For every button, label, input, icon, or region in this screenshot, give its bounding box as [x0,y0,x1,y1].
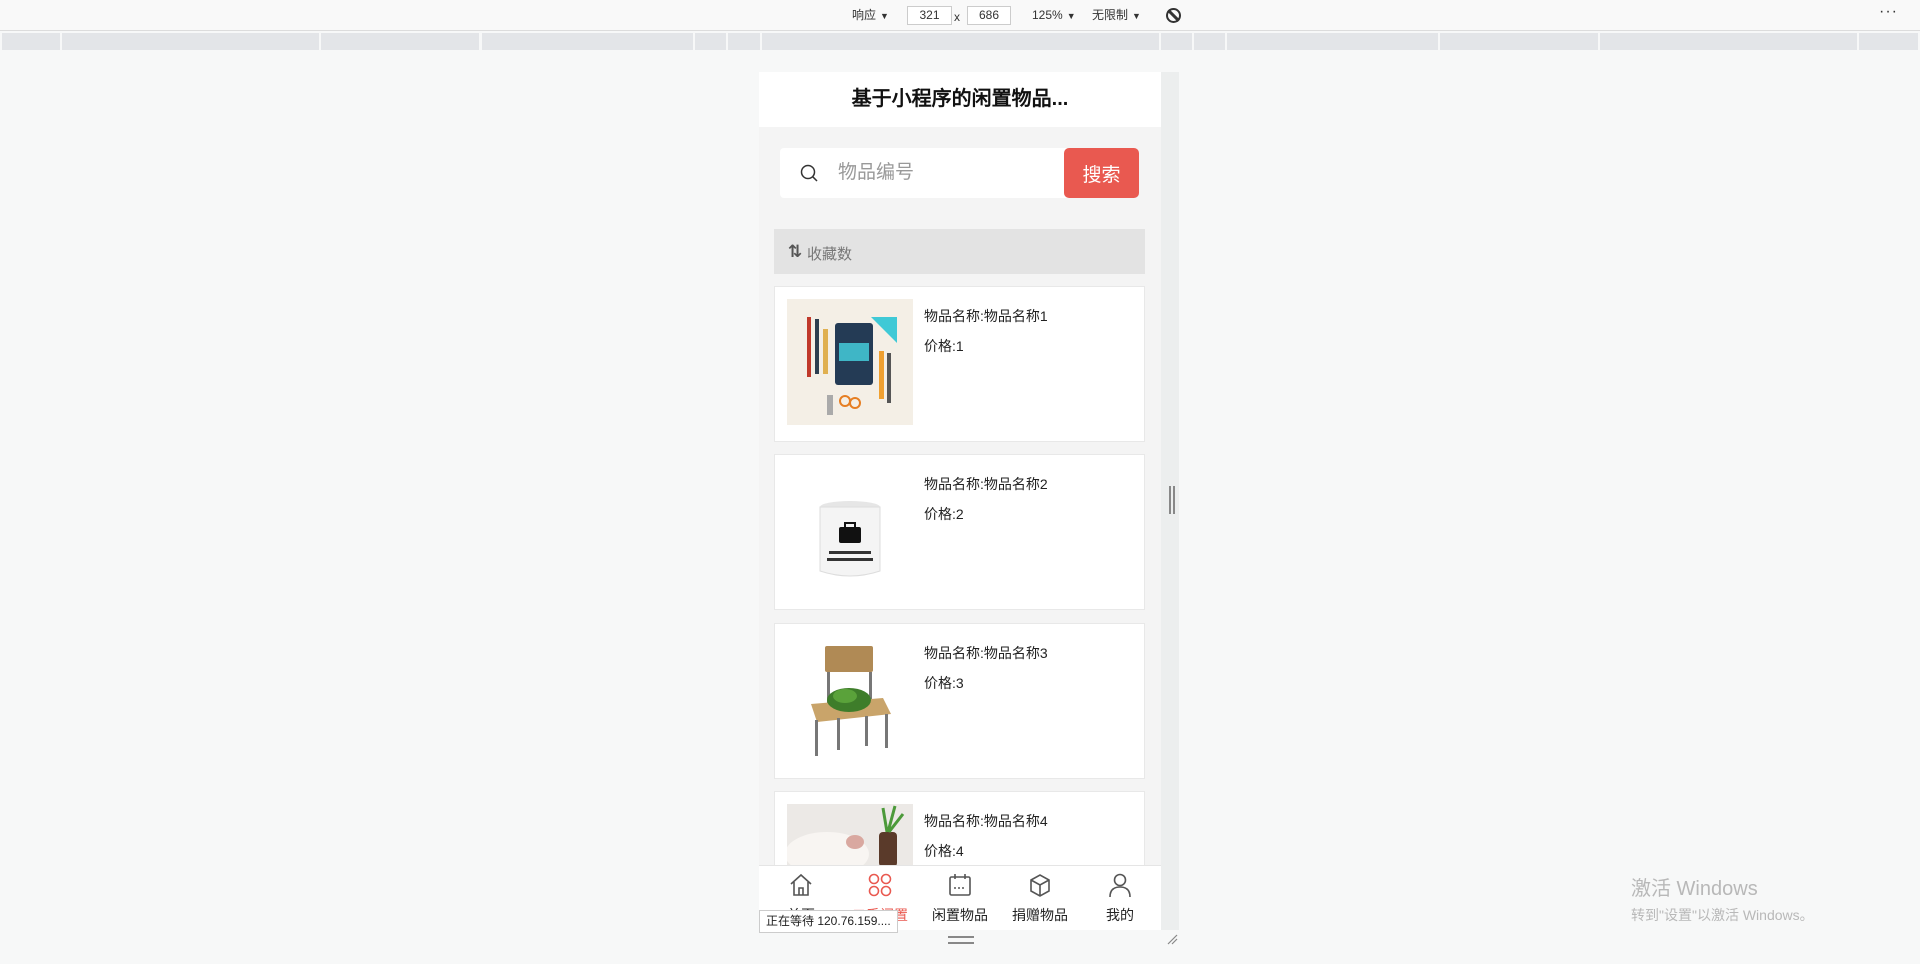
device-viewport: 基于小程序的闲置物品... 搜索 ⇅ 收藏数 [759,72,1161,930]
tab-idle-items[interactable]: 闲置物品 [920,866,1000,926]
media-query-segment[interactable] [762,33,1159,50]
tab-label: 我的 [1106,907,1134,923]
search-icon [800,164,818,182]
list-item[interactable]: 物品名称:物品名称1 价格:1 [774,286,1145,442]
list-item[interactable]: 物品名称:物品名称4 价格:4 [774,791,1145,866]
throttle-label: 无限制 [1092,8,1129,22]
status-tooltip: 正在等待 120.76.159.... [759,910,898,933]
height-input[interactable]: 686 [967,6,1011,25]
watermark-title: 激活 Windows [1631,878,1758,900]
item-price: 价格:3 [924,675,964,691]
item-image [787,299,913,425]
device-mode-dropdown[interactable]: 响应 ▼ [852,7,889,24]
watermark-subtitle: 转到"设置"以激活 Windows。 [1631,907,1814,923]
item-name: 物品名称:物品名称4 [924,813,1048,829]
list-item[interactable]: 物品名称:物品名称3 价格:3 [774,623,1145,779]
tab-mine[interactable]: 我的 [1080,866,1160,926]
media-query-segment[interactable] [62,33,319,50]
tab-label: 捐赠物品 [1012,907,1068,923]
tab-label: 闲置物品 [932,907,988,923]
sort-icon: ⇅ [788,242,803,261]
box-icon [1030,874,1050,897]
windows-activation-watermark: 激活 Windows 转到"设置"以激活 Windows。 [1631,872,1814,925]
item-name: 物品名称:物品名称2 [924,476,1048,492]
media-query-segment[interactable] [321,33,479,50]
page-title: 基于小程序的闲置物品... [759,72,1161,127]
chevron-down-icon: ▼ [1066,11,1076,21]
item-image [787,636,913,762]
chair-image [811,646,891,756]
media-query-segment[interactable] [1161,33,1192,50]
chevron-down-icon: ▼ [880,11,889,21]
item-price: 价格:2 [924,506,964,522]
item-price: 价格:1 [924,338,964,354]
list-item[interactable]: 物品名称:物品名称2 价格:2 [774,454,1145,610]
user-icon [1109,873,1131,898]
resize-corner-icon[interactable] [1166,933,1178,945]
resize-handle-bottom[interactable] [948,936,974,944]
stationery-image [807,317,897,415]
grid-icon [868,873,892,897]
item-name: 物品名称:物品名称1 [924,308,1048,324]
vase-image [787,804,913,866]
chevron-down-icon: ▼ [1132,11,1141,21]
zoom-dropdown[interactable]: 125% ▼ [1032,7,1076,24]
media-query-segment[interactable] [1600,33,1857,50]
media-query-segment[interactable] [2,33,60,50]
media-query-segment[interactable] [1859,33,1918,50]
media-query-segment[interactable] [482,33,693,50]
item-image [787,467,913,593]
item-image [787,804,913,866]
mug-image [819,501,881,577]
dimension-separator: x [954,10,960,24]
zoom-label: 125% [1032,8,1063,22]
media-query-segment[interactable] [1227,33,1438,50]
resize-handle[interactable] [1169,486,1175,514]
media-query-segment[interactable] [1440,33,1598,50]
sort-label: 收藏数 [807,246,853,263]
width-input[interactable]: 321 [907,6,952,25]
sort-bar[interactable]: ⇅ 收藏数 [774,229,1145,274]
tab-donated-items[interactable]: 捐赠物品 [1000,866,1080,926]
devtools-toolbar: 响应 ▼ 321 x 686 125% ▼ 无限制 ▼ ··· [0,0,1920,31]
item-name: 物品名称:物品名称3 [924,645,1048,661]
rotate-icon[interactable] [1166,8,1181,23]
item-price: 价格:4 [924,843,964,859]
device-mode-label: 响应 [852,8,877,22]
media-query-segment[interactable] [728,33,760,50]
throttle-dropdown[interactable]: 无限制 ▼ [1092,7,1141,24]
media-query-segment[interactable] [695,33,726,50]
search-button[interactable]: 搜索 [1064,148,1139,198]
home-icon [790,873,812,896]
media-query-bar [0,33,1920,50]
more-options-icon[interactable]: ··· [1879,3,1898,21]
calendar-icon [949,874,971,896]
media-query-segment[interactable] [1194,33,1225,50]
